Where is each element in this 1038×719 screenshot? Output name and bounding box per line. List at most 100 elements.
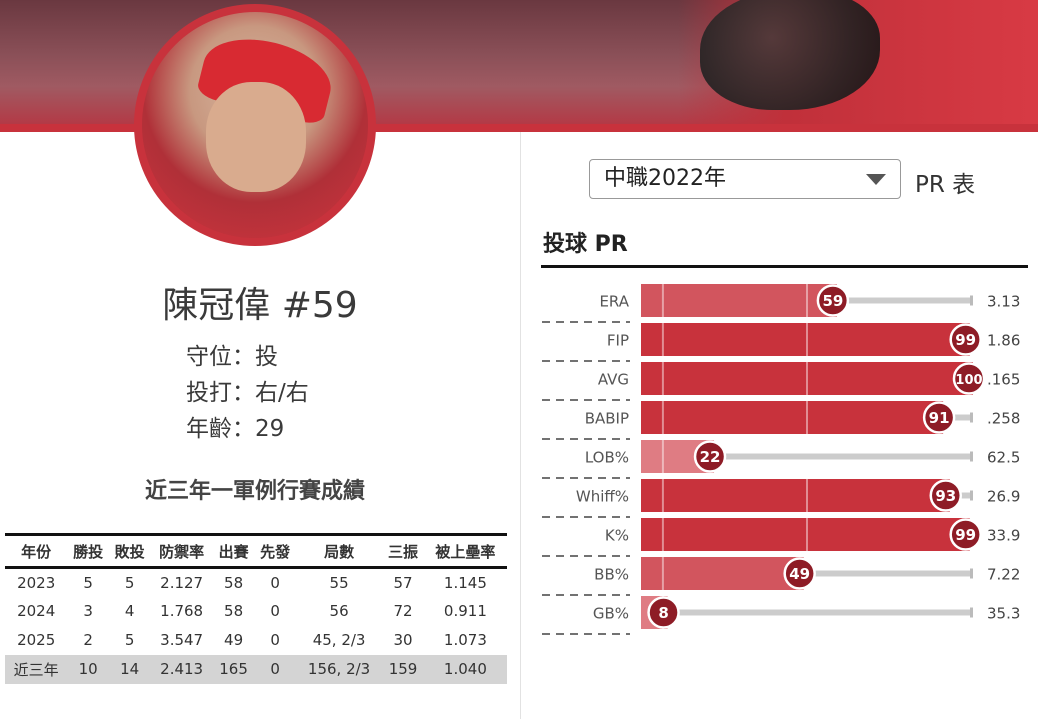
cell-innings: 156, 2/3 [295,654,383,684]
cell-innings: 56 [329,602,349,620]
cell-wins: 3 [83,602,93,620]
pr-track-end [970,295,973,306]
cell-starts: 0 [270,602,280,620]
pr-value-label: 22 [700,448,721,466]
pr-value-label: 49 [789,565,810,583]
header-year: 年份 [21,542,52,561]
face-graphic [206,82,306,192]
pr-chart-title: 投球 PR [543,232,628,257]
pr-value-label: 100 [955,373,982,388]
cell-era: 1.768 [160,602,204,620]
pr-category-label: BABIP [585,410,629,428]
cell-strikeouts: 72 [393,602,413,620]
pr-raw-value: 7.22 [987,566,1020,584]
pr-category-label: FIP [607,332,629,350]
pr-category-label: K% [605,527,629,545]
cell-games: 58 [224,573,244,592]
pr-track-end [970,607,973,618]
pr-bar [641,479,950,512]
header-losses: 敗投 [114,542,145,561]
pr-raw-value: 62.5 [987,449,1020,467]
cell-starts: 0 [270,573,280,592]
header-wins: 勝投 [73,542,104,561]
pr-raw-value: 1.86 [987,332,1020,350]
cell-innings: 55 [329,573,349,592]
pr-category-label: ERA [599,293,629,311]
cell-losses: 4 [124,602,135,620]
pr-category-label: AVG [598,371,629,389]
pr-raw-value: .258 [987,410,1020,428]
pr-row: FIP 99 1.86 [542,323,1020,362]
pr-bar [641,401,944,434]
pr-row: ERA 59 3.13 [542,284,1020,323]
stats-section-title: 近三年一軍例行賽成績 [144,479,365,504]
pr-bar [641,557,804,590]
stats-header-row: 年份 勝投 敗投 防禦率 出賽 先發 局數 三振 被上壘率 [5,534,507,568]
player-avatar [134,4,376,246]
cell-whip: 1.145 [443,573,487,592]
player-bat-throw: 投打：右/右 [186,380,309,406]
pr-value-label: 59 [822,292,843,310]
cell-starts: 0 [270,631,280,649]
pr-row: Whiff% 93 26.9 [542,479,1020,518]
column-divider [520,132,521,719]
cell-games: 58 [224,602,244,620]
header-whip: 被上壘率 [435,542,496,561]
cell-starts: 0 [254,654,296,684]
pr-category-label: BB% [594,566,629,584]
pr-raw-value: 3.13 [987,293,1020,311]
season-select-value: 中職2022年 [604,166,726,191]
cell-wins: 10 [67,654,109,684]
cell-strikeouts: 30 [393,631,413,649]
season-select[interactable]: 中職2022年 [589,159,901,199]
pr-bar [641,518,970,551]
player-age: 年齡：29 [186,416,285,442]
table-row: 2025 2 5 3.547 49 0 45, 2/3 30 1.073 [5,626,507,655]
cell-year: 2024 [17,602,56,620]
cell-wins: 2 [83,631,93,649]
chevron-down-icon[interactable] [866,174,886,185]
stats-table: 年份 勝投 敗投 防禦率 出賽 先發 局數 三振 被上壘率 2023 5 5 2… [5,533,507,684]
pr-row: GB% 8 35.3 [542,596,1020,635]
table-row: 2024 3 4 1.768 58 0 56 72 0.911 [5,597,507,626]
pr-title-rule [541,265,1028,268]
header-era: 防禦率 [159,542,205,561]
cell-year: 2025 [17,631,56,649]
pr-row: LOB% 22 62.5 [542,440,1020,479]
cell-whip: 0.911 [443,602,487,620]
cell-whip: 1.040 [423,654,507,684]
pr-value-label: 93 [935,487,956,505]
pr-category-label: Whiff% [576,488,629,506]
pr-raw-value: 35.3 [987,605,1020,623]
pr-raw-value: .165 [987,371,1020,389]
cell-era: 2.413 [150,654,213,684]
header-innings: 局數 [324,542,355,561]
cell-strikeouts: 57 [393,573,413,592]
pr-value-label: 91 [929,409,950,427]
header-starts: 先發 [260,542,291,561]
cell-losses: 5 [124,573,135,592]
pr-raw-value: 26.9 [987,488,1020,506]
cell-year: 近三年 [5,654,68,684]
pr-track-end [970,412,973,423]
header-games: 出賽 [218,542,249,561]
pr-row: BB% 49 7.22 [542,557,1020,596]
pr-value-label: 99 [955,526,976,544]
cell-wins: 5 [83,573,93,592]
cell-era: 2.127 [160,573,204,592]
pr-raw-value: 33.9 [987,527,1020,545]
cell-losses: 14 [108,654,151,684]
cell-strikeouts: 159 [382,654,424,684]
pr-value-label: 99 [955,331,976,349]
player-position: 守位：投 [186,344,278,370]
pr-row: BABIP 91 .258 [542,401,1020,440]
table-row: 2023 5 5 2.127 58 0 55 57 1.145 [5,568,507,597]
player-name: 陳冠偉 #59 [162,285,358,326]
pr-track [641,609,973,616]
pr-track-end [970,451,973,462]
cell-games: 165 [212,654,255,684]
pr-row: K% 99 33.9 [542,518,1020,557]
header-strikeouts: 三振 [388,542,419,561]
cell-year: 2023 [17,573,56,592]
pr-category-label: GB% [593,605,629,623]
